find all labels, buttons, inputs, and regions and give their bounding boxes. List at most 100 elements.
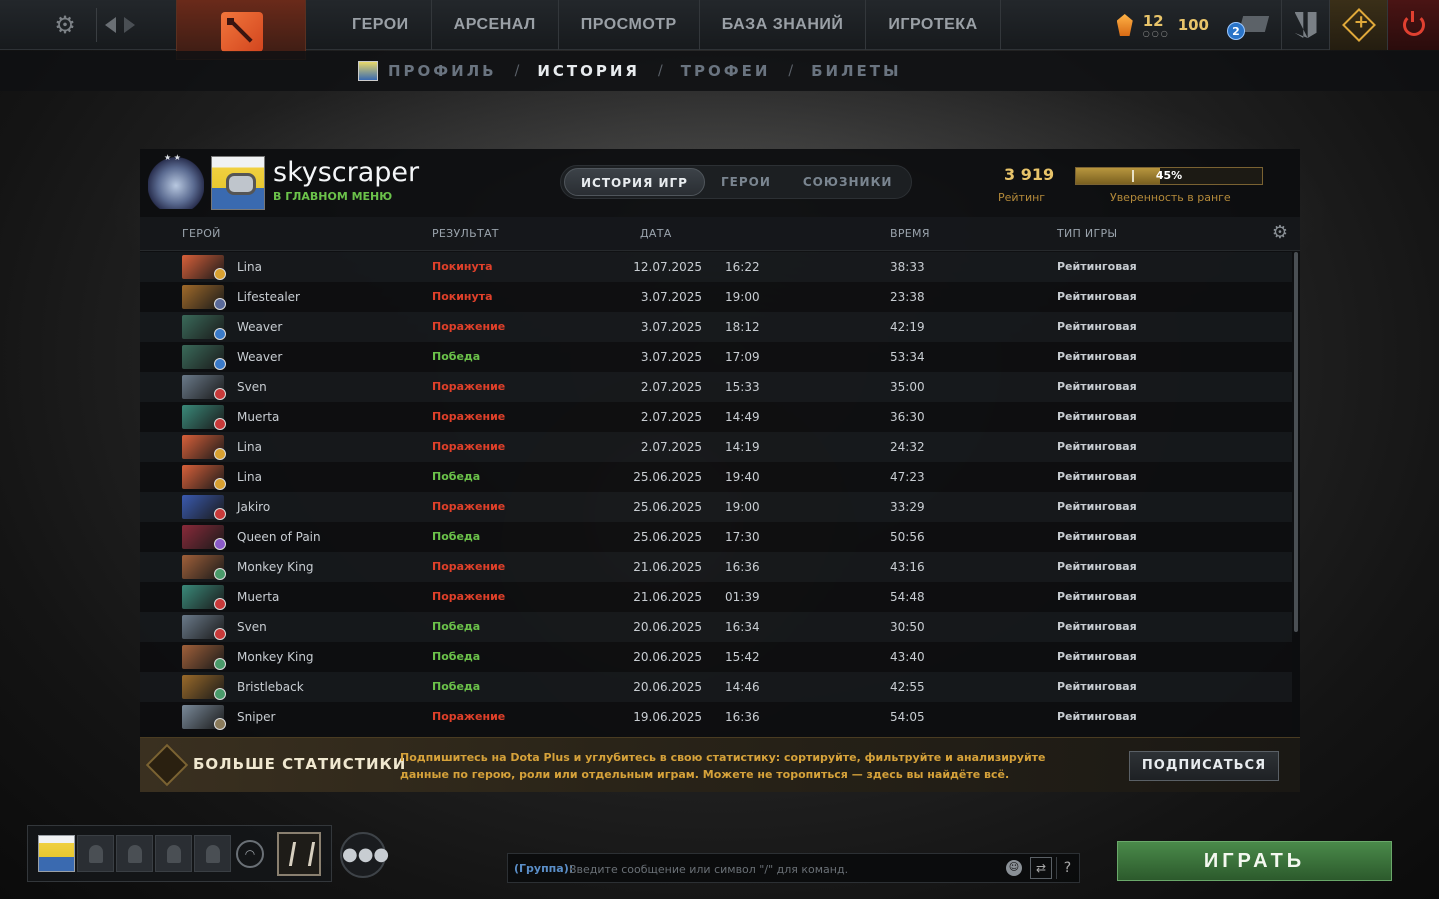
armory-button[interactable] xyxy=(1281,0,1329,50)
chat-input[interactable] xyxy=(569,859,989,879)
col-result[interactable]: РЕЗУЛЬТАТ xyxy=(432,227,499,240)
party-slot-empty[interactable] xyxy=(77,835,114,872)
main-nav-item[interactable]: АРСЕНАЛ xyxy=(432,0,559,50)
role-badge-icon xyxy=(214,538,226,550)
main-nav-item[interactable]: ПРОСМОТР xyxy=(559,0,700,50)
game-type: Рейтинговая xyxy=(1057,290,1137,303)
dota-plus-button[interactable] xyxy=(1329,0,1387,50)
back-arrow-icon[interactable] xyxy=(105,17,116,33)
match-duration: 42:19 xyxy=(890,320,925,334)
hero-name: Sven xyxy=(237,620,267,634)
inbox-button[interactable]: 2 xyxy=(1227,8,1271,42)
tools-button[interactable] xyxy=(277,832,321,876)
game-type: Рейтинговая xyxy=(1057,620,1137,633)
match-row[interactable]: Lina Победа 25.06.2025 19:40 47:23 Рейтингова… xyxy=(140,462,1292,492)
hero-name: Lina xyxy=(237,440,262,454)
match-row[interactable]: Sniper Поражение 19.06.2025 16:36 54:05 Рейти… xyxy=(140,702,1292,732)
game-type: Рейтинговая xyxy=(1057,590,1137,603)
match-date: 19.06.2025 xyxy=(633,710,702,724)
match-time: 14:19 xyxy=(725,440,760,454)
match-duration: 43:16 xyxy=(890,560,925,574)
emoji-icon[interactable]: ☺ xyxy=(1006,860,1022,876)
match-time: 18:12 xyxy=(725,320,760,334)
subnav-separator: / xyxy=(514,63,520,79)
chat-swap-icon[interactable]: ⇄ xyxy=(1030,857,1052,879)
subnav-item[interactable]: ПРОФИЛЬ xyxy=(388,62,497,80)
party-finder-icon[interactable]: ●●● xyxy=(340,832,389,878)
chat-help-button[interactable]: ? xyxy=(1056,857,1078,879)
match-row[interactable]: Queen of Pain Победа 25.06.2025 17:30 50:56 Р… xyxy=(140,522,1292,552)
match-date: 2.07.2025 xyxy=(640,380,702,394)
subnav-item[interactable]: ИСТОРИЯ xyxy=(537,62,640,80)
voice-chat-headset-icon[interactable]: ◠ xyxy=(236,840,264,868)
tab[interactable]: СОЮЗНИКИ xyxy=(787,168,909,196)
match-row[interactable]: Muerta Поражение 21.06.2025 01:39 54:48 Рейти… xyxy=(140,582,1292,612)
match-result: Победа xyxy=(432,470,481,483)
subnav-item[interactable]: ТРОФЕИ xyxy=(681,62,771,80)
table-settings-gear-icon[interactable]: ⚙ xyxy=(1270,223,1290,243)
col-date[interactable]: ДАТА xyxy=(640,227,672,240)
match-time: 16:34 xyxy=(725,620,760,634)
game-type: Рейтинговая xyxy=(1057,680,1137,693)
game-type: Рейтинговая xyxy=(1057,530,1137,543)
settings-gear-icon[interactable]: ⚙ xyxy=(50,10,80,40)
subscribe-button[interactable]: ПОДПИСАТЬСЯ xyxy=(1129,751,1279,781)
role-badge-icon xyxy=(214,418,226,430)
match-row[interactable]: Weaver Победа 3.07.2025 17:09 53:34 Рейтингов… xyxy=(140,342,1292,372)
party-slot-empty[interactable] xyxy=(116,835,153,872)
subnav-separator: / xyxy=(658,63,663,79)
match-duration: 53:34 xyxy=(890,350,925,364)
role-badge-icon xyxy=(214,688,226,700)
tab[interactable]: ИСТОРИЯ ИГР xyxy=(564,168,705,196)
forward-arrow-icon[interactable] xyxy=(124,17,135,33)
match-row[interactable]: Sven Поражение 2.07.2025 15:33 35:00 Рейтинго… xyxy=(140,372,1292,402)
party-bar: ◠ xyxy=(27,825,332,882)
avatar[interactable] xyxy=(211,156,265,210)
match-row[interactable]: Lina Поражение 2.07.2025 14:19 24:32 Рейтинго… xyxy=(140,432,1292,462)
role-badge-icon xyxy=(214,298,226,310)
party-slot-empty[interactable] xyxy=(194,835,231,872)
col-time[interactable]: ВРЕМЯ xyxy=(890,227,930,240)
match-list-scrollbar[interactable] xyxy=(1294,252,1298,632)
user-silhouette-icon xyxy=(89,845,103,863)
col-game-type[interactable]: ТИП ИГРЫ xyxy=(1057,227,1117,240)
main-nav-item[interactable]: ИГРОТЕКА xyxy=(866,0,1001,50)
game-type: Рейтинговая xyxy=(1057,500,1137,513)
match-row[interactable]: Bristleback Победа 20.06.2025 14:46 42:55 Рей… xyxy=(140,672,1292,702)
match-result: Поражение xyxy=(432,380,506,393)
match-result: Поражение xyxy=(432,410,506,423)
subnav-item[interactable]: БИЛЕТЫ xyxy=(811,62,901,80)
match-result: Победа xyxy=(432,530,481,543)
rank-medal-icon[interactable] xyxy=(148,153,204,209)
match-duration: 43:40 xyxy=(890,650,925,664)
role-badge-icon xyxy=(214,628,226,640)
game-type: Рейтинговая xyxy=(1057,260,1137,273)
match-time: 14:46 xyxy=(725,680,760,694)
plus-banner-title: БОЛЬШЕ СТАТИСТИКИ xyxy=(193,755,407,773)
battle-level[interactable]: 12 ○○○ xyxy=(1143,12,1170,38)
match-row[interactable]: Sven Победа 20.06.2025 16:34 30:50 Рейтингова… xyxy=(140,612,1292,642)
party-slot-empty[interactable] xyxy=(155,835,192,872)
rating-label: Рейтинг xyxy=(998,191,1046,204)
main-nav-item[interactable]: БАЗА ЗНАНИЙ xyxy=(700,0,867,50)
match-time: 17:09 xyxy=(725,350,760,364)
match-time: 14:49 xyxy=(725,410,760,424)
match-row[interactable]: Jakiro Поражение 25.06.2025 19:00 33:29 Рейти… xyxy=(140,492,1292,522)
match-row[interactable]: Weaver Поражение 3.07.2025 18:12 42:19 Рейтин… xyxy=(140,312,1292,342)
play-button[interactable]: ИГРАТЬ xyxy=(1117,841,1392,881)
match-result: Поражение xyxy=(432,320,506,333)
match-row[interactable]: Lina Покинута 12.07.2025 16:22 38:33 Рейтинго… xyxy=(140,252,1292,282)
quit-button[interactable] xyxy=(1387,0,1439,50)
dota-plus-emblem-icon xyxy=(145,743,189,787)
match-row[interactable]: Monkey King Поражение 21.06.2025 16:36 43:16… xyxy=(140,552,1292,582)
match-time: 16:36 xyxy=(725,710,760,724)
match-row[interactable]: Monkey King Победа 20.06.2025 15:42 43:40 Рей… xyxy=(140,642,1292,672)
tab[interactable]: ГЕРОИ xyxy=(705,168,787,196)
hero-name: Lina xyxy=(237,260,262,274)
match-row[interactable]: Muerta Поражение 2.07.2025 14:49 36:30 Рейтин… xyxy=(140,402,1292,432)
main-nav-item[interactable]: ГЕРОИ xyxy=(330,0,432,50)
col-hero[interactable]: ГЕРОЙ xyxy=(182,227,221,240)
match-history-panel: skyscraper В ГЛАВНОМ МЕНЮ ИСТОРИЯ ИГРГЕР… xyxy=(140,149,1300,792)
match-row[interactable]: Lifestealer Покинута 3.07.2025 19:00 23:38 Ре… xyxy=(140,282,1292,312)
party-slot-self[interactable] xyxy=(38,835,75,872)
